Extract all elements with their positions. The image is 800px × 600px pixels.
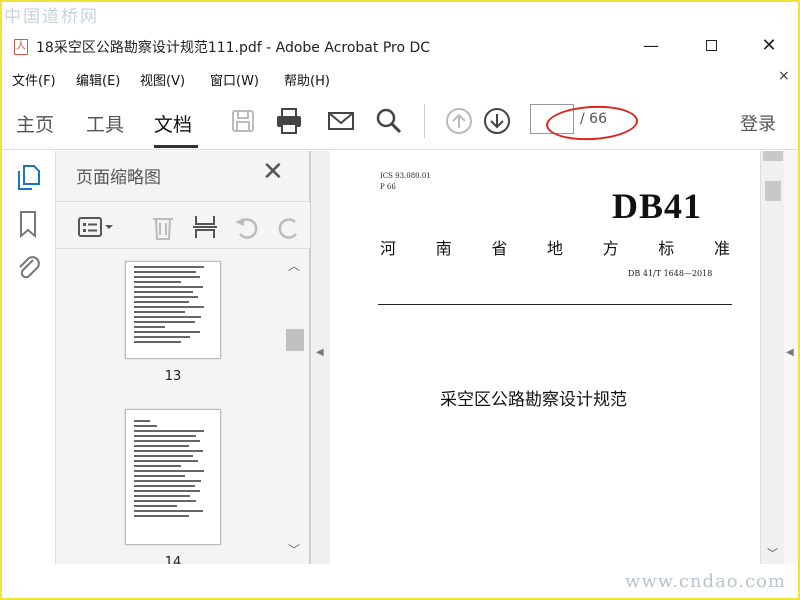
thumbnail-content [134,420,212,520]
expand-panel-icon[interactable]: ◀ [786,347,794,358]
arrow-up-circle-icon[interactable] [444,106,474,136]
main-toolbar: 主页 工具 文档 / 66 登录 [2,94,798,150]
thumbnail-toolbar [56,201,310,249]
scroll-down-icon[interactable]: ﹀ [288,541,300,558]
save-icon[interactable] [228,106,258,136]
thumbnail-page[interactable] [125,409,221,545]
thumbnail-content [134,266,212,346]
minimize-button[interactable]: — [634,34,668,58]
close-button[interactable]: ✕ [752,34,786,58]
maximize-button[interactable] [694,34,728,58]
thumbnail-list[interactable]: 13 14 [56,251,282,564]
scroll-down-icon[interactable]: ﹀ [767,545,778,561]
extract-page-icon[interactable] [190,212,220,242]
thumbnail-scrollbar[interactable]: ︿ ﹀ [282,251,308,564]
print-icon[interactable] [274,106,304,136]
tab-home[interactable]: 主页 [16,110,54,137]
scrollbar-top[interactable] [763,151,783,161]
rotate-left-icon[interactable] [232,212,262,242]
thumbnail-page[interactable] [125,261,221,359]
page-thumbnails-icon[interactable] [14,163,42,193]
attachment-icon[interactable] [14,251,42,281]
document-page[interactable]: ICS 93.080.01 P 66 DB41 河 南 省 地 方 标 准 DB… [330,151,760,564]
menu-bar: 文件(F) 编辑(E) 视图(V) 窗口(W) 帮助(H) × [2,66,798,90]
rotate-right-icon[interactable] [274,212,304,242]
menu-file[interactable]: 文件(F) [12,70,56,89]
delete-icon[interactable] [148,212,178,242]
thumbnail-page-label: 14 [164,555,182,564]
doc-divider [378,304,732,305]
scroll-up-icon[interactable]: ︿ [288,257,300,274]
scrollbar-thumb[interactable] [286,329,304,351]
doc-standard-number: DB 41/T 1648—2018 [628,269,713,278]
menu-window[interactable]: 窗口(W) [210,70,259,89]
mail-icon[interactable] [326,106,356,136]
menu-edit[interactable]: 编辑(E) [76,70,120,89]
doc-ics-code: ICS 93.080.01 P 66 [380,172,431,191]
arrow-down-circle-icon[interactable] [482,106,512,136]
search-icon[interactable] [374,106,404,136]
pdf-file-icon: 人 [14,39,28,55]
login-link[interactable]: 登录 [740,110,776,136]
doc-standard-type: 河 南 省 地 方 标 准 [380,239,730,258]
collapse-panel-icon[interactable]: ◀ [316,347,324,358]
scrollbar-thumb[interactable] [765,181,781,201]
watermark-bottom: www.cndao.com [625,571,786,592]
window-title: 18采空区公路勘察设计规范111.pdf - Adobe Acrobat Pro… [36,40,431,56]
thumbnails-panel: 页面缩略图 ✕ 13 14 ︿ ﹀ [56,151,310,564]
panel-title: 页面缩略图 [76,168,161,188]
doc-standard-code: DB41 [612,186,703,226]
tab-tools[interactable]: 工具 [86,110,124,137]
navigation-rail [2,151,56,564]
right-panel-toggle[interactable]: ◀ [784,151,798,564]
document-scrollbar[interactable]: ﹀ [760,151,784,564]
toolbar-separator [424,104,425,138]
options-menu-icon[interactable] [76,212,116,242]
thumbnail-page-label: 13 [164,369,182,384]
doc-title: 采空区公路勘察设计规范 [440,390,627,410]
panel-close-icon[interactable]: ✕ [262,157,284,187]
maximize-icon [705,40,717,51]
bookmark-icon[interactable] [14,209,42,239]
tab-document[interactable]: 文档 [154,110,192,137]
menu-help[interactable]: 帮助(H) [284,70,330,89]
panel-splitter[interactable]: ◀ [310,151,330,564]
close-document-button[interactable]: × [778,68,790,84]
watermark-top: 中国道桥网 [4,7,99,27]
active-tab-indicator [154,145,198,148]
menu-view[interactable]: 视图(V) [140,70,185,89]
title-bar: 人 18采空区公路勘察设计规范111.pdf - Adobe Acrobat P… [2,30,798,62]
